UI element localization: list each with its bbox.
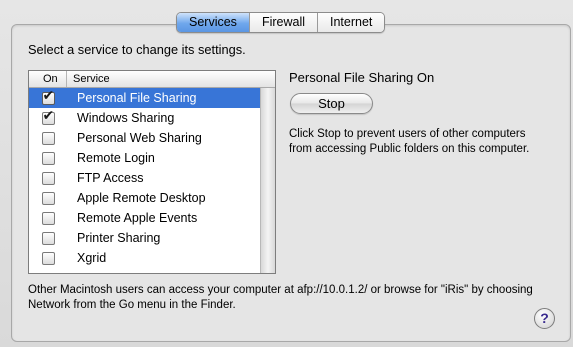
footer-info: Other Macintosh users can access your co…	[28, 284, 533, 311]
tab-services[interactable]: Services	[177, 13, 250, 32]
service-row[interactable]: Personal File Sharing	[29, 88, 261, 108]
service-row[interactable]: Xgrid	[29, 248, 261, 268]
service-checkbox[interactable]	[41, 251, 55, 265]
checkbox-cell	[29, 251, 67, 265]
service-checkbox[interactable]	[41, 151, 55, 165]
sharing-window: Services Firewall Internet Select a serv…	[0, 0, 573, 347]
service-checkbox[interactable]	[41, 88, 55, 105]
service-row[interactable]: Remote Apple Events	[29, 208, 261, 228]
service-row[interactable]: Printer Sharing	[29, 228, 261, 248]
service-description: Click Stop to prevent users of other com…	[289, 128, 530, 155]
service-checkbox[interactable]	[41, 131, 55, 145]
service-status: Personal File Sharing On	[289, 70, 435, 85]
checkbox-cell	[29, 131, 67, 145]
service-label: Windows Sharing	[77, 111, 175, 125]
service-label: Printer Sharing	[77, 231, 161, 245]
tab-firewall[interactable]: Firewall	[249, 13, 318, 32]
service-label: Remote Login	[77, 151, 155, 165]
service-row[interactable]: Personal Web Sharing	[29, 128, 261, 148]
tab-internet[interactable]: Internet	[318, 13, 385, 32]
checkbox-cell	[29, 108, 67, 125]
checkbox-cell	[29, 88, 67, 105]
service-label: FTP Access	[77, 171, 144, 185]
service-checkbox[interactable]	[41, 108, 55, 125]
checkbox-cell	[29, 231, 67, 245]
service-row[interactable]: FTP Access	[29, 168, 261, 188]
help-button[interactable]: ?	[534, 308, 555, 329]
service-checkbox[interactable]	[41, 211, 55, 225]
column-header-service[interactable]: Service	[67, 71, 110, 88]
service-label: Personal Web Sharing	[77, 131, 202, 145]
service-row[interactable]: Windows Sharing	[29, 108, 261, 128]
service-label: Xgrid	[77, 251, 107, 265]
service-label: Apple Remote Desktop	[77, 191, 206, 205]
service-rows: Personal File Sharing Windows Sharing Pers…	[29, 88, 261, 268]
checkbox-cell	[29, 151, 67, 165]
instruction-text: Select a service to change its settings.	[28, 42, 246, 57]
service-checkbox[interactable]	[41, 171, 55, 185]
column-header-on[interactable]: On	[29, 71, 67, 87]
service-checkbox[interactable]	[41, 191, 55, 205]
service-label: Remote Apple Events	[77, 211, 198, 225]
checkbox-cell	[29, 171, 67, 185]
service-checkbox[interactable]	[41, 231, 55, 245]
list-scrollbar[interactable]	[260, 88, 275, 273]
tab-bar: Services Firewall Internet	[176, 12, 386, 33]
checkbox-cell	[29, 191, 67, 205]
service-list: On Service Personal File Sharing Windows …	[28, 70, 276, 274]
service-list-header: On Service	[29, 71, 275, 88]
service-row[interactable]: Remote Login	[29, 148, 261, 168]
service-row[interactable]: Apple Remote Desktop	[29, 188, 261, 208]
checkbox-cell	[29, 211, 67, 225]
stop-button[interactable]: Stop	[290, 93, 373, 114]
service-label: Personal File Sharing	[77, 91, 197, 105]
